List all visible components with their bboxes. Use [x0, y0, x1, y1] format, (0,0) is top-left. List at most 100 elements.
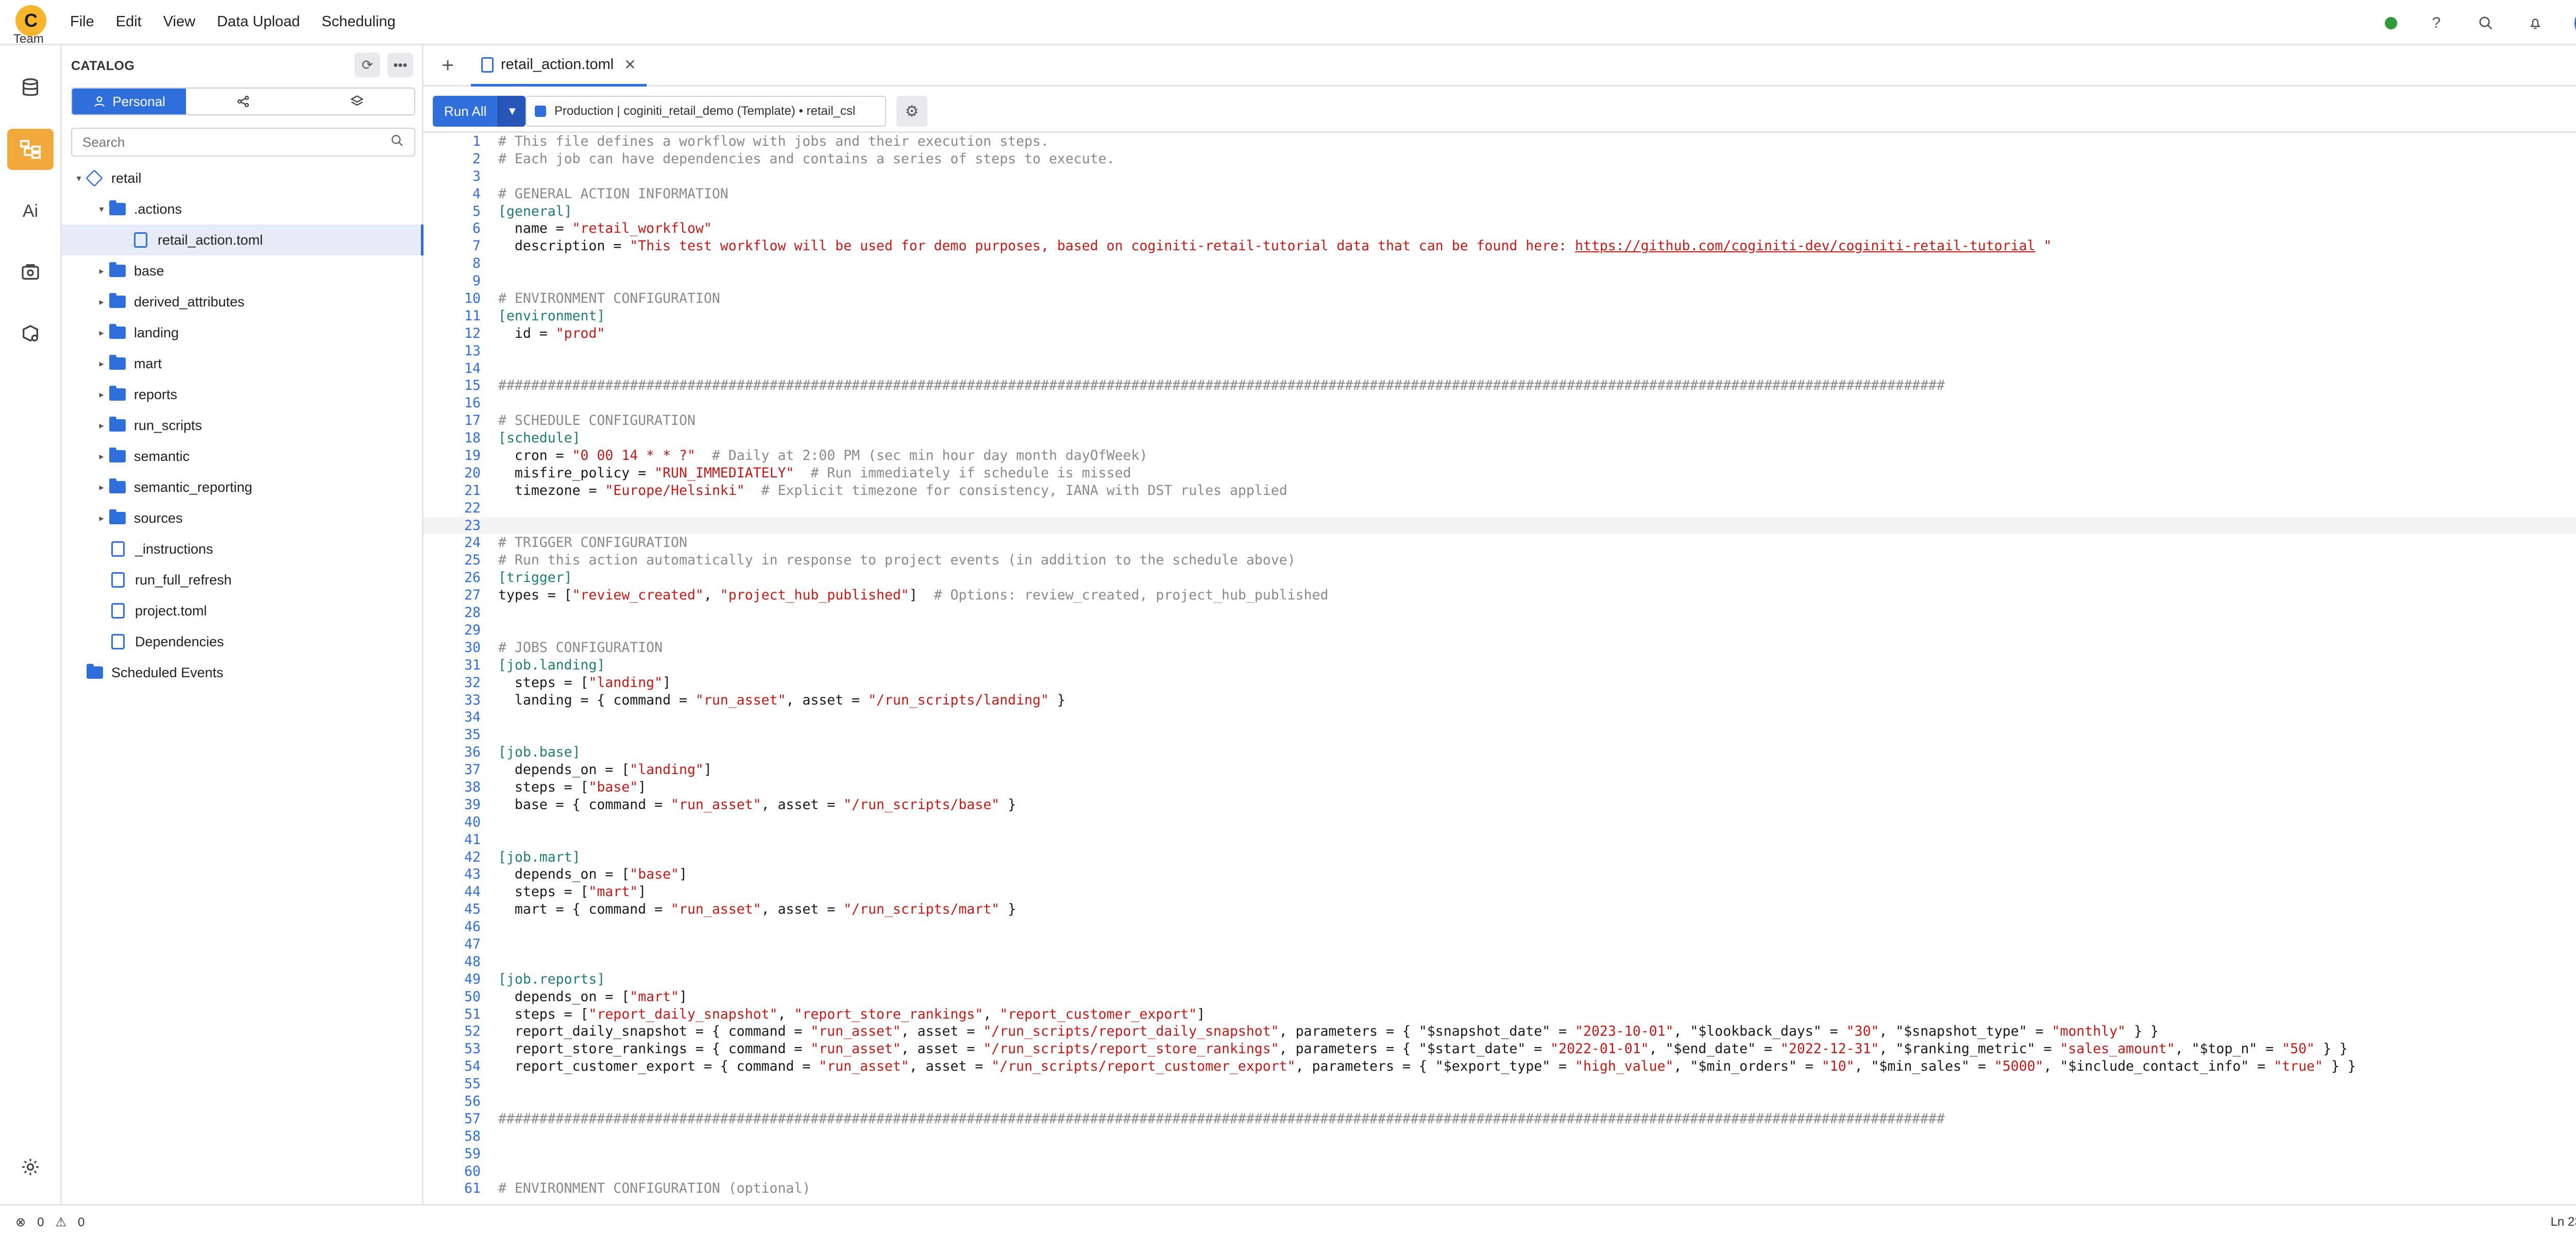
problems-summary[interactable]: ⊗ 0 ⚠ 0: [15, 1215, 84, 1230]
chevron-down-icon[interactable]: ▾: [94, 204, 109, 215]
code-line[interactable]: 28: [423, 604, 2576, 622]
tab-personal[interactable]: Personal: [72, 89, 187, 114]
chevron-right-icon[interactable]: ▸: [94, 482, 109, 493]
code-line[interactable]: 13: [423, 342, 2576, 360]
code-line[interactable]: 25 # Run this action automatically in res…: [423, 552, 2576, 569]
code-line[interactable]: 24 # TRIGGER CONFIGURATION: [423, 534, 2576, 552]
run-all-button[interactable]: Run All: [433, 96, 498, 127]
code-line[interactable]: 33 landing = { command = "run_asset", as…: [423, 692, 2576, 709]
menu-view[interactable]: View: [163, 13, 195, 30]
code-line[interactable]: 31 [job.landing]: [423, 657, 2576, 674]
code-line[interactable]: 20 misfire_policy = "RUN_IMMEDIATELY" # …: [423, 465, 2576, 482]
tree-item-semantic[interactable]: ▸ semantic: [62, 441, 423, 472]
tab-shared[interactable]: [186, 89, 300, 114]
connection-selector[interactable]: Production | coginiti_retail_demo (Templ…: [526, 96, 886, 127]
chevron-right-icon[interactable]: ▸: [94, 297, 109, 307]
code-line[interactable]: 39 base = { command = "run_asset", asset…: [423, 796, 2576, 814]
catalog-icon[interactable]: [7, 129, 54, 170]
code-line[interactable]: 54 report_customer_export = { command = …: [423, 1058, 2576, 1075]
code-line[interactable]: 5 [general]: [423, 203, 2576, 220]
code-line[interactable]: 47: [423, 936, 2576, 953]
code-line[interactable]: 32 steps = ["landing"]: [423, 674, 2576, 692]
code-line[interactable]: 26 [trigger]: [423, 569, 2576, 587]
tree-item-mart[interactable]: ▸ mart: [62, 348, 423, 379]
code-line[interactable]: 1 # This file defines a workflow with job…: [423, 133, 2576, 150]
code-line[interactable]: 18 [schedule]: [423, 430, 2576, 447]
run-options-chevron-down-icon[interactable]: ▼: [498, 96, 526, 127]
chevron-right-icon[interactable]: ▸: [94, 358, 109, 369]
code-link[interactable]: https://github.com/coginiti-dev/coginiti…: [1575, 238, 2035, 254]
tree-item-base[interactable]: ▸ base: [62, 255, 423, 286]
tab-project-hub[interactable]: [300, 89, 414, 114]
tree-item-run-scripts[interactable]: ▸ run_scripts: [62, 410, 423, 441]
more-options-icon[interactable]: •••: [387, 53, 413, 77]
code-line[interactable]: 7 description = "This test workflow will…: [423, 237, 2576, 255]
code-line[interactable]: 10 # ENVIRONMENT CONFIGURATION: [423, 290, 2576, 307]
tree-item-retail-action-toml[interactable]: retail_action.toml: [62, 225, 423, 255]
code-line[interactable]: 37 depends_on = ["landing"]: [423, 761, 2576, 779]
tree-item-project-toml[interactable]: project.toml: [62, 595, 423, 626]
chevron-right-icon[interactable]: ▸: [94, 266, 109, 277]
code-line[interactable]: 4 # GENERAL ACTION INFORMATION: [423, 185, 2576, 203]
packages-icon[interactable]: [7, 313, 54, 354]
editor-tab[interactable]: retail_action.toml ✕: [471, 45, 647, 87]
app-logo[interactable]: C: [15, 5, 46, 36]
code-line[interactable]: 21 timezone = "Europe/Helsinki" # Explic…: [423, 482, 2576, 500]
chevron-right-icon[interactable]: ▸: [94, 328, 109, 338]
code-line[interactable]: 59: [423, 1145, 2576, 1163]
code-line[interactable]: 57 ######################################…: [423, 1110, 2576, 1128]
tree-item-instructions[interactable]: _instructions: [62, 534, 423, 564]
code-line[interactable]: 19 cron = "0 00 14 * * ?" # Daily at 2:0…: [423, 447, 2576, 465]
settings-icon[interactable]: [7, 1146, 54, 1188]
menu-edit[interactable]: Edit: [116, 13, 142, 30]
code-line[interactable]: 56: [423, 1093, 2576, 1110]
code-line[interactable]: 22: [423, 500, 2576, 517]
chevron-right-icon[interactable]: ▸: [94, 451, 109, 462]
code-line[interactable]: 30 # JOBS CONFIGURATION: [423, 639, 2576, 657]
ai-icon[interactable]: Ai: [7, 191, 54, 232]
tree-item-reports[interactable]: ▸ reports: [62, 379, 423, 410]
code-line[interactable]: 11 [environment]: [423, 307, 2576, 325]
tree-item-landing[interactable]: ▸ landing: [62, 317, 423, 348]
code-line[interactable]: 48: [423, 953, 2576, 971]
database-icon[interactable]: [7, 68, 54, 109]
code-line[interactable]: 60: [423, 1163, 2576, 1180]
catalog-search-input[interactable]: [71, 128, 415, 157]
tree-item-semantic-reporting[interactable]: ▸ semantic_reporting: [62, 472, 423, 503]
chevron-right-icon[interactable]: ▸: [94, 513, 109, 524]
tree-item-retail[interactable]: ▾ retail: [62, 163, 423, 194]
tree-item-actions[interactable]: ▾ .actions: [62, 194, 423, 225]
code-line[interactable]: 15 ######################################…: [423, 377, 2576, 394]
new-tab-plus-icon[interactable]: +: [435, 53, 461, 78]
code-line[interactable]: 49 [job.reports]: [423, 971, 2576, 988]
refresh-icon[interactable]: ⟳: [354, 53, 380, 77]
close-icon[interactable]: ✕: [624, 56, 636, 73]
gear-icon[interactable]: ⚙: [896, 96, 927, 127]
code-line[interactable]: 36 [job.base]: [423, 744, 2576, 761]
code-line[interactable]: 45 mart = { command = "run_asset", asset…: [423, 901, 2576, 918]
notifications-bell-icon[interactable]: [2525, 13, 2546, 33]
code-line[interactable]: 27 types = ["review_created", "project_hu…: [423, 587, 2576, 604]
code-line[interactable]: 35: [423, 726, 2576, 744]
menu-data-upload[interactable]: Data Upload: [217, 13, 300, 30]
chevron-right-icon[interactable]: ▸: [94, 420, 109, 431]
code-line[interactable]: 9: [423, 272, 2576, 290]
cursor-position[interactable]: Ln 23, Col 1: [2551, 1215, 2576, 1229]
code-line[interactable]: 53 report_store_rankings = { command = "…: [423, 1040, 2576, 1058]
tree-item-dependencies[interactable]: Dependencies: [62, 626, 423, 657]
tree-item-scheduled-events[interactable]: Scheduled Events: [62, 657, 423, 688]
code-line[interactable]: 43 depends_on = ["base"]: [423, 866, 2576, 883]
chevron-down-icon[interactable]: ▾: [71, 173, 87, 184]
code-line[interactable]: 61 # ENVIRONMENT CONFIGURATION (optional): [423, 1180, 2576, 1197]
code-line[interactable]: 23: [423, 517, 2576, 535]
code-line[interactable]: 42 [job.mart]: [423, 849, 2576, 866]
code-line[interactable]: 44 steps = ["mart"]: [423, 883, 2576, 901]
code-line[interactable]: 52 report_daily_snapshot = { command = "…: [423, 1023, 2576, 1040]
code-editor[interactable]: 1 # This file defines a workflow with job…: [423, 133, 2576, 1204]
code-line[interactable]: 34: [423, 709, 2576, 726]
code-line[interactable]: 16: [423, 394, 2576, 412]
code-line[interactable]: 41: [423, 831, 2576, 849]
tree-item-run-full-refresh[interactable]: run_full_refresh: [62, 564, 423, 595]
code-line[interactable]: 29: [423, 622, 2576, 639]
tree-item-sources[interactable]: ▸ sources: [62, 503, 423, 534]
